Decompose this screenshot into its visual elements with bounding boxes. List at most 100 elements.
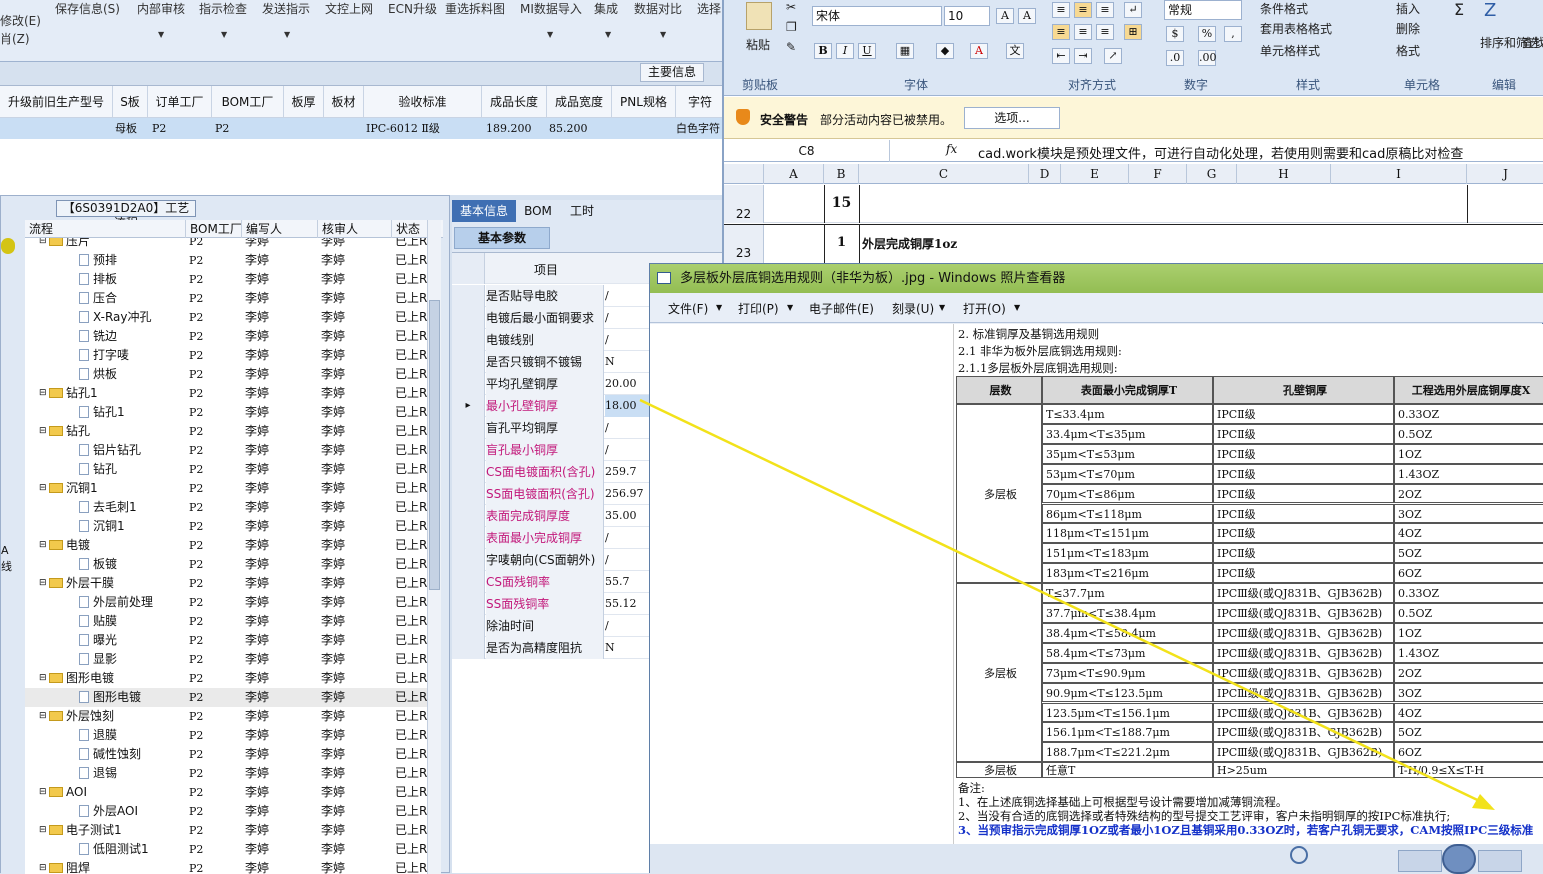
- align-left-icon[interactable]: ≡: [1052, 24, 1070, 40]
- grid-header[interactable]: 板材: [324, 86, 364, 118]
- align-middle-icon[interactable]: ≡: [1074, 2, 1092, 18]
- scroll-thumb[interactable]: [429, 300, 440, 590]
- comma-icon[interactable]: ,: [1224, 26, 1242, 42]
- tree-row[interactable]: 钻孔1 P2 李婷 李婷 已上R: [25, 403, 427, 422]
- tree-row[interactable]: 图形电镀 ⊟ P2 李婷 李婷 已上R: [25, 669, 427, 688]
- insert-button[interactable]: 插入: [1396, 0, 1420, 17]
- col-header[interactable]: F: [1129, 164, 1187, 184]
- param-value[interactable]: /: [605, 329, 609, 351]
- param-value[interactable]: 55.7: [605, 571, 630, 593]
- col-header[interactable]: B: [824, 164, 859, 184]
- cell-b22[interactable]: 15: [824, 195, 859, 211]
- tree-row[interactable]: 钻孔1 ⊟ P2 李婷 李婷 已上R: [25, 384, 427, 403]
- bold-icon[interactable]: B: [814, 43, 832, 59]
- chevron-down-icon[interactable]: ▼: [716, 303, 722, 312]
- chevron-down-icon[interactable]: ▼: [284, 30, 290, 39]
- col-bom-factory[interactable]: BOM工厂: [185, 220, 242, 238]
- orientation-icon[interactable]: ↗: [1104, 48, 1122, 64]
- tree-row[interactable]: 显影 P2 李婷 李婷 已上R: [25, 650, 427, 669]
- tree-row[interactable]: X-Ray冲孔 P2 李婷 李婷 已上R: [25, 308, 427, 327]
- tab-basic-params[interactable]: 基本参数: [454, 227, 550, 249]
- collapse-icon[interactable]: ⊟: [39, 479, 47, 498]
- shrink-font-icon[interactable]: A: [1018, 8, 1036, 24]
- tree-row[interactable]: 外层AOI P2 李婷 李婷 已上R: [25, 802, 427, 821]
- tree-row[interactable]: 烘板 P2 李婷 李婷 已上R: [25, 365, 427, 384]
- grid-header[interactable]: 板厚: [284, 86, 324, 118]
- col-header[interactable]: G: [1187, 164, 1237, 184]
- cell-b23[interactable]: 1: [824, 235, 859, 250]
- border-icon[interactable]: ▦: [896, 43, 914, 59]
- sheet-row[interactable]: 22 15: [724, 185, 1543, 223]
- sheet-row[interactable]: 23 1 外层完成铜厚1oz: [724, 224, 1543, 266]
- collapse-icon[interactable]: ⊟: [39, 574, 47, 593]
- col-writer[interactable]: 编写人: [241, 220, 282, 238]
- increase-decimal-icon[interactable]: .0: [1166, 50, 1184, 66]
- menu-open[interactable]: 打开(O): [963, 300, 1006, 317]
- tree-row[interactable]: 外层前处理 P2 李婷 李婷 已上R: [25, 593, 427, 612]
- tree-row[interactable]: 去毛刺1 P2 李婷 李婷 已上R: [25, 498, 427, 517]
- cut-icon[interactable]: ✂: [786, 0, 796, 14]
- collapse-icon[interactable]: ⊟: [39, 821, 47, 840]
- collapse-icon[interactable]: ⊟: [39, 859, 47, 874]
- formula-input[interactable]: cad.work模块是预处理文件，可进行自动化处理，若使用则需要和cad原稿比对…: [978, 143, 1543, 162]
- name-box[interactable]: C8: [724, 140, 890, 162]
- tree-row[interactable]: 铣边 P2 李婷 李婷 已上R: [25, 327, 427, 346]
- menu-print[interactable]: 打印(P): [738, 300, 779, 317]
- align-center-icon[interactable]: ≡: [1074, 24, 1092, 40]
- menu-file[interactable]: 文件(F): [668, 300, 708, 317]
- param-value[interactable]: /: [605, 417, 609, 439]
- integrate-button[interactable]: 集成: [594, 0, 618, 17]
- collapse-icon[interactable]: ⊟: [39, 669, 47, 688]
- sum-icon[interactable]: Σ: [1454, 0, 1464, 19]
- paste-icon[interactable]: [746, 2, 772, 30]
- tree-row[interactable]: 钻孔 ⊟ P2 李婷 李婷 已上R: [25, 422, 427, 441]
- tree-row[interactable]: 退锡 P2 李婷 李婷 已上R: [25, 764, 427, 783]
- underline-icon[interactable]: U: [858, 43, 876, 59]
- delete-button[interactable]: 删除: [1396, 20, 1420, 37]
- tree-row[interactable]: AOI ⊟ P2 李婷 李婷 已上R: [25, 783, 427, 802]
- main-info-tab[interactable]: 主要信息: [640, 63, 704, 82]
- tab-hours[interactable]: 工时: [560, 200, 604, 222]
- number-format-select[interactable]: 常规: [1164, 0, 1242, 20]
- italic-icon[interactable]: I: [836, 43, 854, 59]
- previous-icon[interactable]: [1398, 850, 1442, 872]
- tree-row[interactable]: 外层蚀刻 ⊟ P2 李婷 李婷 已上R: [25, 707, 427, 726]
- row-number[interactable]: 23: [724, 225, 764, 266]
- chevron-down-icon[interactable]: ▼: [221, 30, 227, 39]
- next-icon[interactable]: [1478, 850, 1522, 872]
- tree-row[interactable]: 外层干膜 ⊟ P2 李婷 李婷 已上R: [25, 574, 427, 593]
- grid-header[interactable]: 订单工厂: [148, 86, 212, 118]
- font-name-select[interactable]: 宋体: [812, 6, 942, 26]
- tree-row[interactable]: 打字唛 P2 李婷 李婷 已上R: [25, 346, 427, 365]
- save-info-button[interactable]: 保存信息(S): [55, 0, 120, 17]
- chevron-down-icon[interactable]: ▼: [605, 30, 611, 39]
- tree-row[interactable]: 沉铜1 P2 李婷 李婷 已上R: [25, 517, 427, 536]
- tree-row[interactable]: 板镀 P2 李婷 李婷 已上R: [25, 555, 427, 574]
- grid-header[interactable]: 升级前旧生产型号: [0, 86, 113, 118]
- align-right-icon[interactable]: ≡: [1096, 24, 1114, 40]
- find-select-button[interactable]: 查找和选择: [1522, 34, 1543, 51]
- grid-header[interactable]: 字符: [676, 86, 725, 118]
- function-icon[interactable]: fx: [946, 142, 957, 156]
- tree-row[interactable]: 低阻测试1 P2 李婷 李婷 已上R: [25, 840, 427, 859]
- grid-header[interactable]: 成品长度: [482, 86, 547, 118]
- collapse-icon[interactable]: ⊟: [39, 783, 47, 802]
- font-color-icon[interactable]: A: [970, 43, 988, 59]
- wrap-text-icon[interactable]: ↵: [1124, 2, 1142, 18]
- menu-burn[interactable]: 刻录(U): [892, 300, 934, 317]
- tab-basic-info[interactable]: 基本信息: [452, 200, 516, 222]
- decrease-indent-icon[interactable]: ⇤: [1052, 48, 1070, 64]
- grow-font-icon[interactable]: A: [996, 8, 1014, 24]
- font-size-select[interactable]: 10: [944, 6, 990, 26]
- reselect-drawing-button[interactable]: 重选拆料图: [445, 0, 505, 17]
- param-value[interactable]: N: [605, 351, 615, 373]
- col-reviewer[interactable]: 核审人: [317, 220, 358, 238]
- select-button[interactable]: 选择: [697, 0, 721, 17]
- col-status[interactable]: 状态: [391, 220, 420, 238]
- paste-button[interactable]: 粘贴: [746, 36, 770, 53]
- phonetic-icon[interactable]: 文: [1006, 43, 1024, 59]
- percent-icon[interactable]: %: [1198, 26, 1216, 42]
- param-value[interactable]: 18.00: [605, 395, 653, 417]
- tree-row[interactable]: 预排 P2 李婷 李婷 已上R: [25, 251, 427, 270]
- collapse-icon[interactable]: ⊟: [39, 238, 47, 251]
